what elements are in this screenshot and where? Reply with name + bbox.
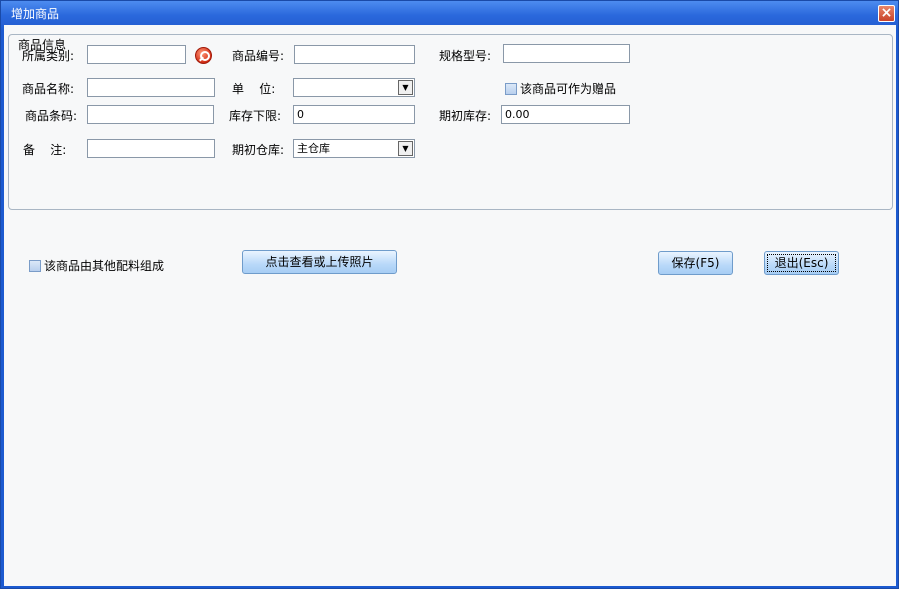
barcode-input[interactable]: [87, 105, 214, 124]
spec-label: 规格型号:: [439, 49, 492, 63]
dialog-window: 增加商品 × 商品信息 所属类别: 商品编号: 规格型号: 商品名称: 单 位:…: [0, 0, 899, 589]
code-input[interactable]: [294, 45, 415, 64]
exit-button[interactable]: 退出(Esc): [764, 251, 839, 275]
gift-checkbox[interactable]: [505, 82, 517, 95]
chevron-down-icon[interactable]: ▼: [398, 141, 413, 156]
chevron-down-icon[interactable]: ▼: [398, 80, 413, 95]
gift-checkbox-wrap[interactable]: 该商品可作为赠品: [505, 80, 616, 97]
composite-checkbox[interactable]: [29, 259, 41, 272]
remark-label: 备 注:: [23, 143, 67, 157]
close-button[interactable]: ×: [878, 5, 895, 22]
remark-input[interactable]: [87, 139, 215, 158]
unit-label: 单 位:: [232, 82, 276, 96]
barcode-label: 商品条码:: [25, 109, 78, 123]
product-info-group: 商品信息 所属类别: 商品编号: 规格型号: 商品名称: 单 位: ▼ 该商品可…: [8, 34, 893, 210]
name-input[interactable]: [87, 78, 215, 97]
unit-select[interactable]: ▼: [293, 78, 415, 97]
dialog-client-area: 商品信息 所属类别: 商品编号: 规格型号: 商品名称: 单 位: ▼ 该商品可…: [4, 25, 896, 586]
spec-input[interactable]: [503, 44, 630, 63]
stock-min-input[interactable]: 0: [293, 105, 415, 124]
category-input[interactable]: [87, 45, 186, 64]
warehouse-label: 期初仓库:: [232, 143, 285, 157]
initial-stock-label: 期初库存:: [439, 109, 492, 123]
save-button[interactable]: 保存(F5): [658, 251, 733, 275]
stock-min-label: 库存下限:: [229, 109, 282, 123]
code-label: 商品编号:: [232, 49, 285, 63]
initial-stock-input[interactable]: 0.00: [501, 105, 630, 124]
search-icon[interactable]: [195, 47, 212, 64]
upload-photo-button[interactable]: 点击查看或上传照片: [242, 250, 397, 274]
warehouse-select[interactable]: 主仓库 ▼: [293, 139, 415, 158]
close-icon: ×: [880, 5, 893, 21]
name-label: 商品名称:: [22, 82, 75, 96]
category-label: 所属类别:: [22, 49, 75, 63]
window-title: 增加商品: [11, 7, 60, 21]
composite-checkbox-wrap[interactable]: 该商品由其他配料组成: [29, 257, 164, 274]
gift-checkbox-label: 该商品可作为赠品: [520, 82, 617, 96]
composite-checkbox-label: 该商品由其他配料组成: [44, 259, 165, 273]
warehouse-select-value: 主仓库: [297, 142, 330, 155]
title-bar[interactable]: 增加商品 ×: [1, 1, 898, 25]
